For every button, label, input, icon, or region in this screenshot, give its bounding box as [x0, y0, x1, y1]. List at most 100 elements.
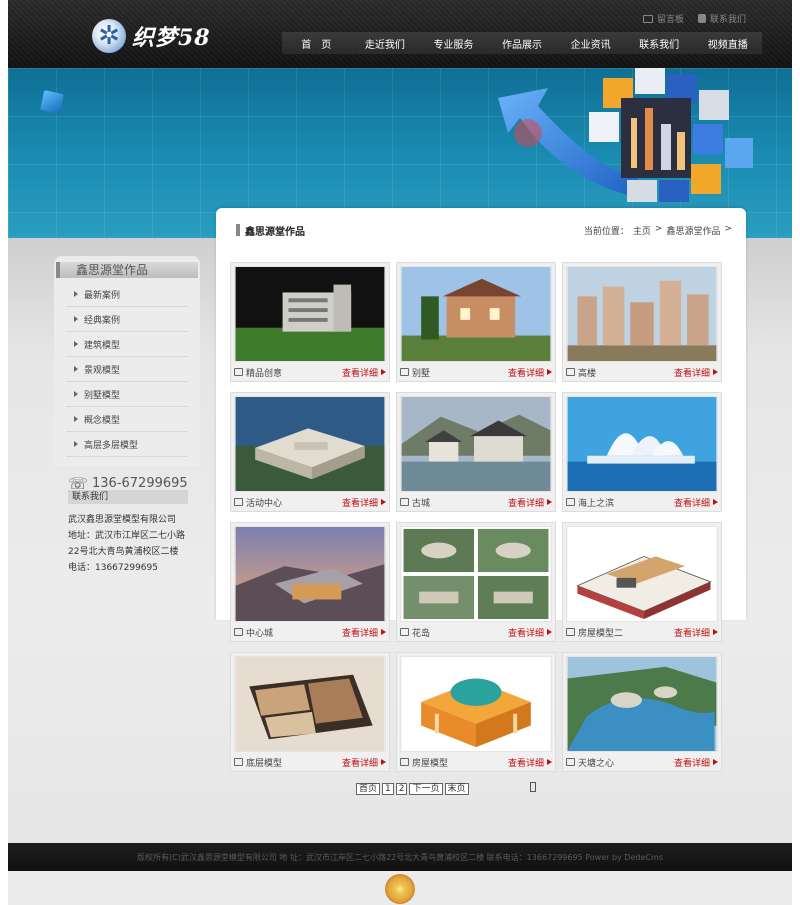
- work-thumbnail[interactable]: [234, 266, 386, 362]
- utility-links: 留言板 联系我们: [642, 12, 746, 25]
- sidebar-item-villa[interactable]: 别墅模型: [66, 382, 188, 407]
- work-card[interactable]: 底层模型 查看详细: [230, 652, 390, 772]
- work-caption: 古城 查看详细: [400, 494, 552, 510]
- view-details-link[interactable]: 查看详细: [342, 626, 386, 639]
- nav-home[interactable]: 首 页: [282, 36, 351, 51]
- page-1[interactable]: 1: [382, 783, 394, 795]
- sidebar-item-latest[interactable]: 最新案例: [66, 282, 188, 307]
- view-details-link[interactable]: 查看详细: [342, 756, 386, 769]
- sidebar-item-concept[interactable]: 概念模型: [66, 407, 188, 432]
- work-card[interactable]: 古城 查看详细: [396, 392, 556, 512]
- breadcrumb-home[interactable]: 主页: [633, 224, 651, 237]
- cubes-city-graphic: [589, 68, 753, 202]
- work-caption: 精品创意 查看详细: [234, 364, 386, 380]
- nav-news[interactable]: 企业资讯: [556, 36, 625, 51]
- nav-contact[interactable]: 联系我们: [625, 36, 694, 51]
- work-caption: 活动中心 查看详细: [234, 494, 386, 510]
- nav-video[interactable]: 视频直播: [693, 36, 762, 51]
- work-title[interactable]: 花岛: [400, 626, 430, 639]
- work-thumbnail[interactable]: [234, 396, 386, 492]
- sidebar-item-classic[interactable]: 经典案例: [66, 307, 188, 332]
- category-list: 最新案例 经典案例 建筑模型 景观模型 别墅模型 概念模型 高层多层模型: [66, 282, 188, 457]
- work-thumbnail[interactable]: [566, 526, 718, 622]
- nav-services[interactable]: 专业服务: [419, 36, 488, 51]
- sidebar-item-architecture[interactable]: 建筑模型: [66, 332, 188, 357]
- work-title[interactable]: 精品创意: [234, 366, 282, 379]
- breadcrumb-label: 当前位置：: [583, 226, 629, 237]
- work-title[interactable]: 天塘之心: [566, 756, 614, 769]
- work-thumbnail[interactable]: [400, 396, 552, 492]
- sidebar-item-landscape[interactable]: 景观模型: [66, 357, 188, 382]
- work-card[interactable]: 活动中心 查看详细: [230, 392, 390, 512]
- work-card[interactable]: 中心城 查看详细: [230, 522, 390, 642]
- site-header: 织梦58 留言板 联系我们 首 页 走近我们 专业服务 作品展示 企业资讯 联系…: [8, 0, 792, 68]
- work-title[interactable]: 古城: [400, 496, 430, 509]
- view-details-link[interactable]: 查看详细: [674, 366, 718, 379]
- breadcrumb: 当前位置： 主页 > 鑫思源堂作品 >: [584, 224, 732, 237]
- view-details-link[interactable]: 查看详细: [342, 496, 386, 509]
- breadcrumb-separator: >: [724, 223, 732, 234]
- work-title[interactable]: 中心城: [234, 626, 273, 639]
- pagination: 首页 1 2 下一页 末页: [356, 783, 469, 795]
- work-thumbnail[interactable]: [400, 526, 552, 622]
- nav-about[interactable]: 走近我们: [351, 36, 420, 51]
- work-thumbnail[interactable]: [234, 526, 386, 622]
- work-card[interactable]: 高楼 查看详细: [562, 262, 722, 382]
- pager-box-icon: [530, 782, 536, 792]
- page-first[interactable]: 首页: [356, 783, 381, 795]
- contact-title: 联系我们: [68, 490, 188, 504]
- work-card[interactable]: 精品创意 查看详细: [230, 262, 390, 382]
- police-badge-icon[interactable]: [385, 874, 415, 904]
- work-caption: 中心城 查看详细: [234, 624, 386, 640]
- work-card[interactable]: 房屋模型二 查看详细: [562, 522, 722, 642]
- work-thumbnail[interactable]: [400, 266, 552, 362]
- work-thumbnail[interactable]: [234, 656, 386, 752]
- page-2[interactable]: 2: [395, 783, 408, 795]
- work-thumbnail[interactable]: [566, 266, 718, 362]
- work-title[interactable]: 海上之滨: [566, 496, 614, 509]
- view-details-link[interactable]: 查看详细: [674, 626, 718, 639]
- view-details-link[interactable]: 查看详细: [342, 366, 386, 379]
- work-card[interactable]: 海上之滨 查看详细: [562, 392, 722, 512]
- contact-link[interactable]: 联系我们: [697, 12, 746, 25]
- work-card[interactable]: 房屋模型 查看详细: [396, 652, 556, 772]
- work-card[interactable]: 别墅 查看详细: [396, 262, 556, 382]
- work-caption: 别墅 查看详细: [400, 364, 552, 380]
- work-card[interactable]: 花岛 查看详细: [396, 522, 556, 642]
- view-details-link[interactable]: 查看详细: [674, 756, 718, 769]
- view-details-link[interactable]: 查看详细: [508, 496, 552, 509]
- work-caption: 海上之滨 查看详细: [566, 494, 718, 510]
- page-next[interactable]: 下一页: [409, 783, 443, 795]
- work-title[interactable]: 底层模型: [234, 756, 282, 769]
- work-title[interactable]: 别墅: [400, 366, 430, 379]
- work-title[interactable]: 房屋模型二: [566, 626, 623, 639]
- view-details-link[interactable]: 查看详细: [508, 626, 552, 639]
- work-caption: 房屋模型 查看详细: [400, 754, 552, 770]
- view-details-link[interactable]: 查看详细: [508, 756, 552, 769]
- work-thumbnail[interactable]: [566, 656, 718, 752]
- footer-copyright: 版权所有(C)武汉鑫思源堂模型有限公司 地 址：武汉市江岸区二七小路22号北大青…: [137, 852, 663, 862]
- view-details-link[interactable]: 查看详细: [508, 366, 552, 379]
- page-last[interactable]: 末页: [444, 783, 469, 795]
- work-card[interactable]: 天塘之心 查看详细: [562, 652, 722, 772]
- page-title: 鑫思源堂作品: [236, 223, 305, 238]
- category-box: 鑫思源堂作品 最新案例 经典案例 建筑模型 景观模型 别墅模型 概念模型 高层多…: [54, 256, 200, 466]
- work-title[interactable]: 高楼: [566, 366, 596, 379]
- guestbook-link[interactable]: 留言板: [642, 12, 684, 25]
- site-footer: 版权所有(C)武汉鑫思源堂模型有限公司 地 址：武汉市江岸区二七小路22号北大青…: [8, 843, 792, 871]
- site-logo[interactable]: 织梦58: [92, 16, 220, 56]
- work-thumbnail[interactable]: [566, 396, 718, 492]
- small-cube-graphic: [40, 90, 64, 114]
- work-caption: 天塘之心 查看详细: [566, 754, 718, 770]
- main-nav: 首 页 走近我们 专业服务 作品展示 企业资讯 联系我们 视频直播: [282, 32, 762, 54]
- work-title[interactable]: 房屋模型: [400, 756, 448, 769]
- nav-works[interactable]: 作品展示: [488, 36, 557, 51]
- sidebar-title: 鑫思源堂作品: [56, 262, 198, 278]
- work-title[interactable]: 活动中心: [234, 496, 282, 509]
- breadcrumb-current[interactable]: 鑫思源堂作品: [666, 224, 720, 237]
- sidebar-item-highrise[interactable]: 高层多层模型: [66, 432, 188, 457]
- view-details-link[interactable]: 查看详细: [674, 496, 718, 509]
- phone-icon: [697, 14, 706, 23]
- envelope-icon: [642, 14, 653, 23]
- work-thumbnail[interactable]: [400, 656, 552, 752]
